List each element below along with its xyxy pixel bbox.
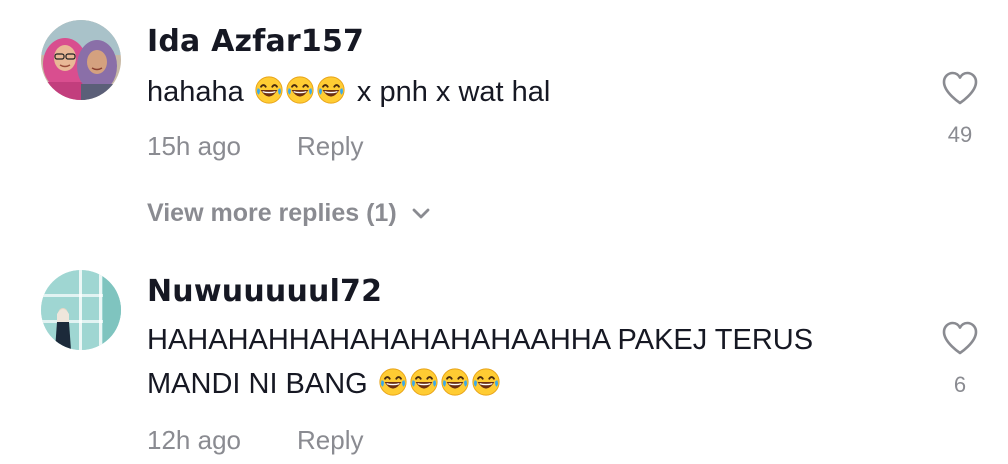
laughing-emoji-icon (316, 75, 346, 105)
comment-text-line: HAHAHAHHAHAHAHAHAHAAHHA PAKEJ TERUS (147, 324, 814, 356)
view-more-replies-label: View more replies (1) (147, 199, 397, 227)
comment-text-line: MANDI NI BANG (147, 368, 368, 400)
laughing-emoji-icon (254, 75, 284, 105)
emoji-group (254, 75, 347, 105)
laughing-emoji-icon (285, 75, 315, 105)
comment-text: hahaha x pnh x wat hal (147, 74, 550, 110)
profile-photo-icon (41, 20, 121, 100)
comment-text: HAHAHAHHAHAHAHAHAHAAHHA PAKEJ TERUS (147, 322, 813, 358)
reply-button[interactable]: Reply (297, 131, 363, 162)
laughing-emoji-icon (440, 367, 470, 397)
avatar[interactable] (41, 270, 121, 350)
comment-text-end: x pnh x wat hal (356, 76, 551, 108)
like-count: 6 (953, 372, 967, 397)
like-button[interactable] (941, 70, 979, 111)
view-more-replies-button[interactable]: View more replies (1) (147, 199, 431, 228)
avatar[interactable] (41, 20, 121, 100)
comment-timestamp: 15h ago (147, 131, 241, 161)
emoji-group (378, 367, 502, 397)
laughing-emoji-icon (378, 367, 408, 397)
username[interactable]: Ida Azfar157 (147, 24, 364, 59)
chevron-down-icon (412, 208, 430, 218)
comment-timestamp: 12h ago (147, 425, 241, 455)
profile-photo-icon (41, 270, 121, 350)
comment-text-start: hahaha (147, 76, 244, 108)
username[interactable]: Nuwuuuuul72 (147, 274, 382, 309)
comment-text: MANDI NI BANG (147, 366, 504, 402)
heart-icon (942, 321, 978, 355)
laughing-emoji-icon (409, 367, 439, 397)
like-button[interactable] (941, 320, 979, 361)
laughing-emoji-icon (471, 367, 501, 397)
like-count: 49 (947, 122, 973, 147)
heart-icon (942, 71, 978, 105)
reply-button[interactable]: Reply (297, 425, 363, 456)
